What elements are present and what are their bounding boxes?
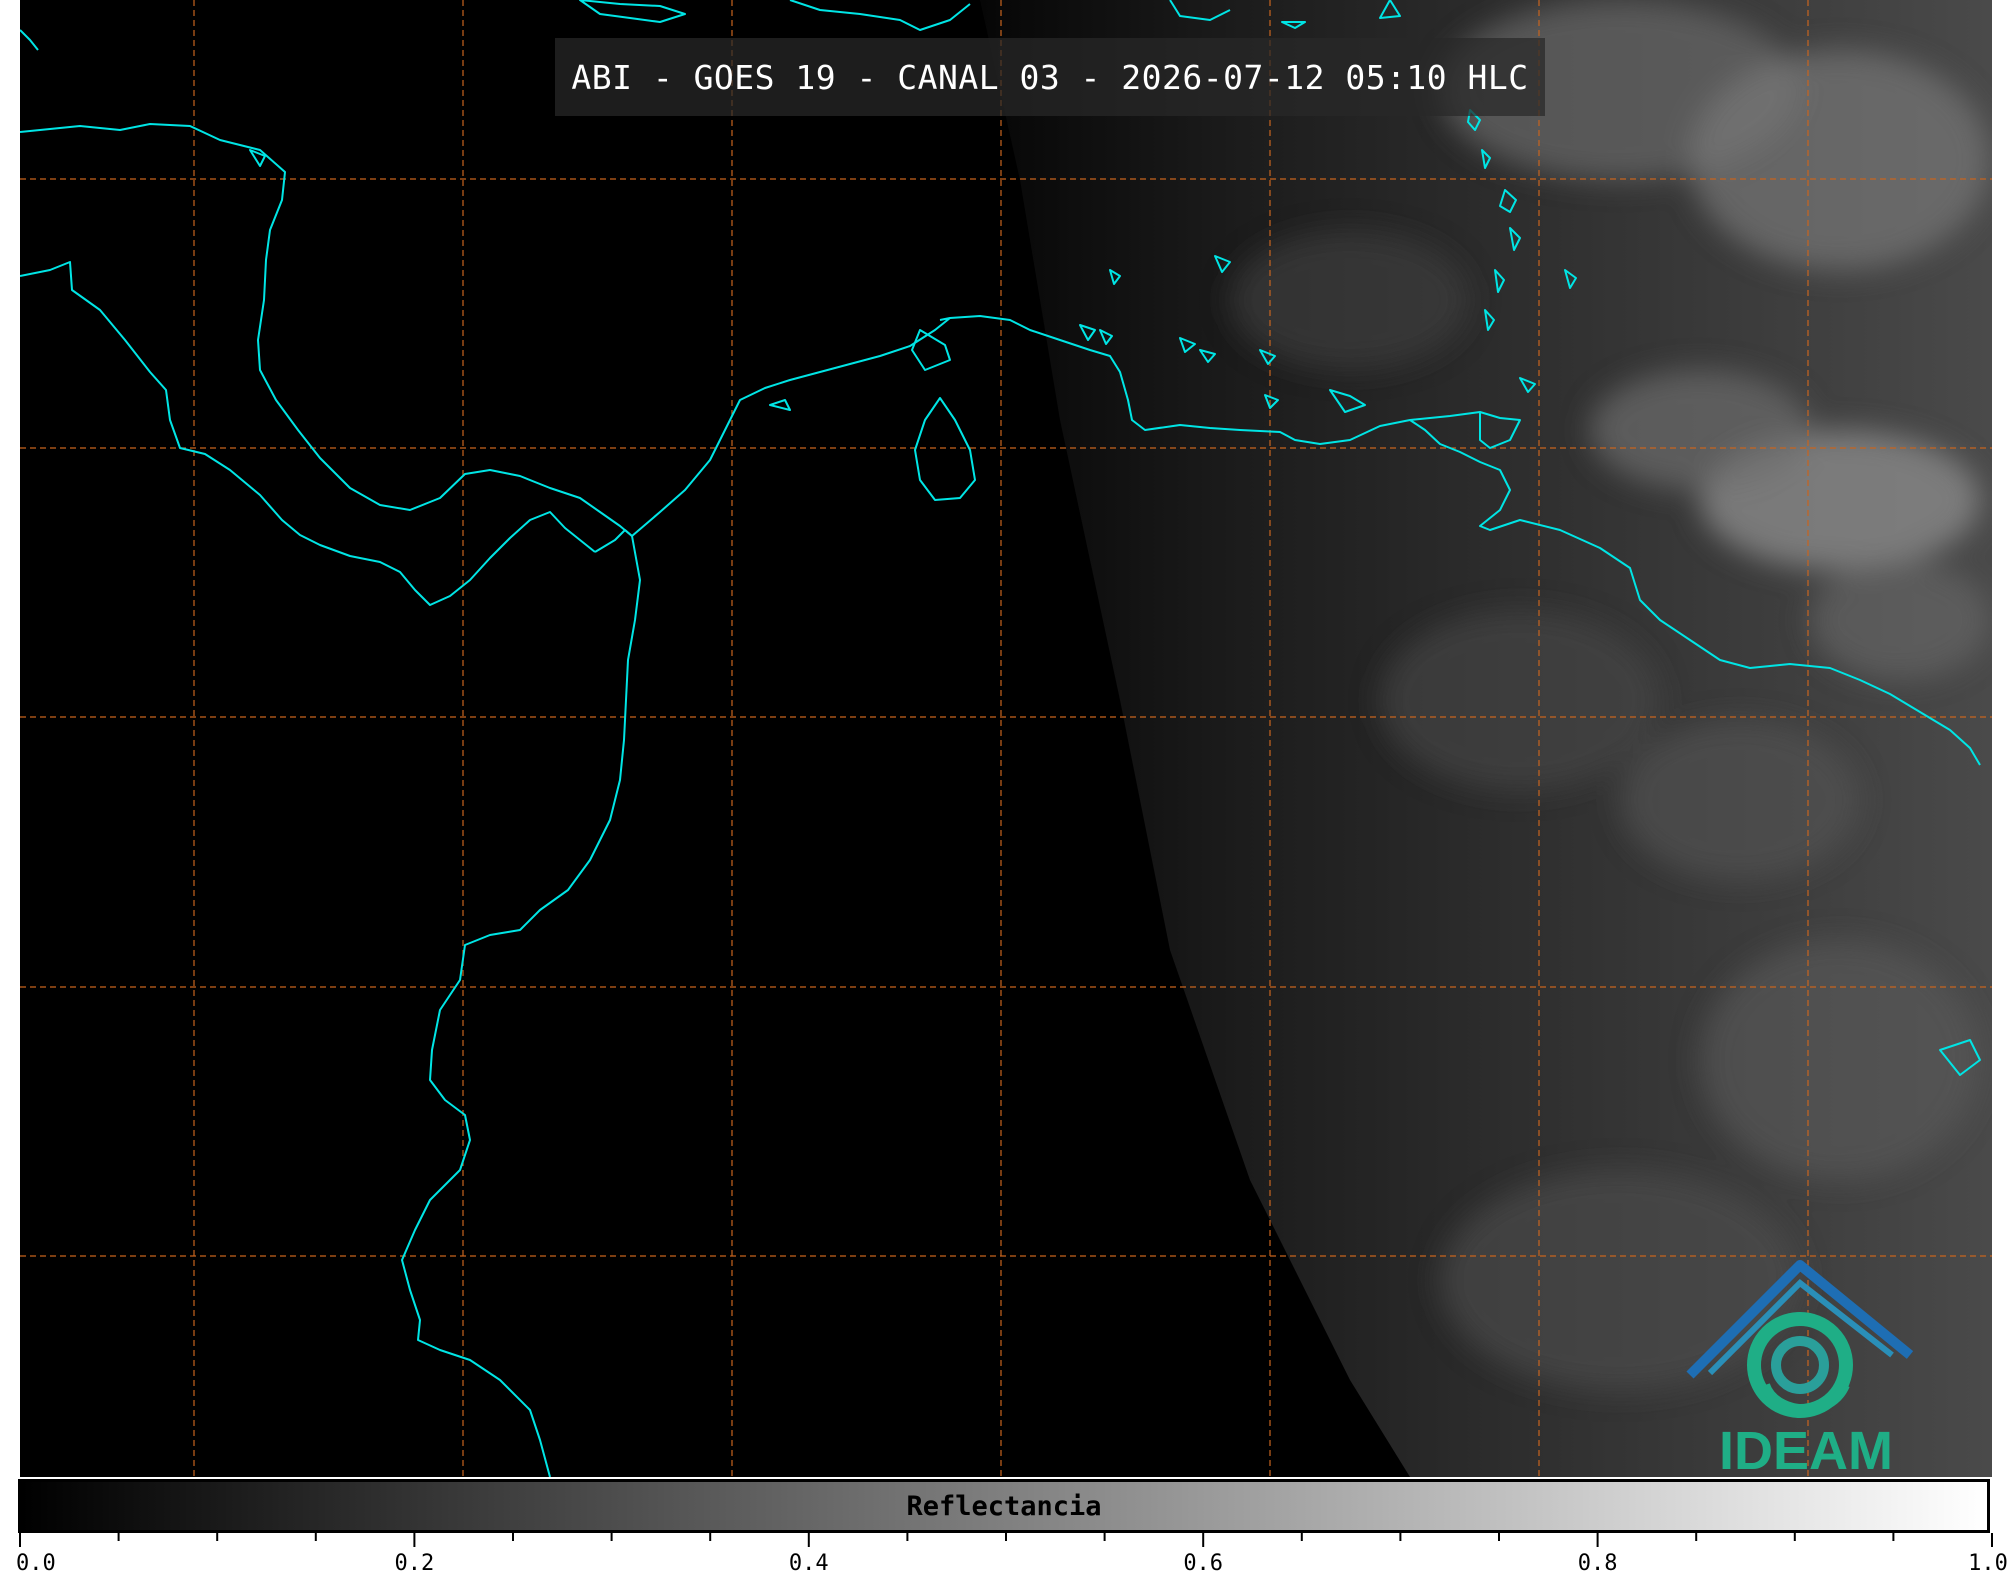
colorbar-label: Reflectancia (906, 1490, 1102, 1522)
colorbar: Reflectancia (18, 1479, 1990, 1533)
colorbar-tick-label: 1.0 (1968, 1551, 2008, 1576)
map-title: ABI - GOES 19 - CANAL 03 - 2026-07-12 05… (555, 38, 1545, 116)
colorbar-tick-label: 0.8 (1577, 1551, 1618, 1576)
satellite-map: ABI - GOES 19 - CANAL 03 - 2026-07-12 05… (20, 0, 1992, 1477)
colorbar-tick-marks (19, 1533, 1993, 1547)
colorbar-ticks: 0.0 0.2 0.4 0.6 0.8 1.0 (0, 1533, 2011, 1577)
colorbar-tick-label: 0.0 (16, 1551, 56, 1576)
colorbar-tick-label: 0.6 (1183, 1551, 1224, 1576)
colorbar-tick-label: 0.2 (394, 1551, 435, 1576)
colorbar-tick-label: 0.4 (788, 1551, 829, 1576)
logo-text: IDEAM (1719, 1421, 1893, 1477)
